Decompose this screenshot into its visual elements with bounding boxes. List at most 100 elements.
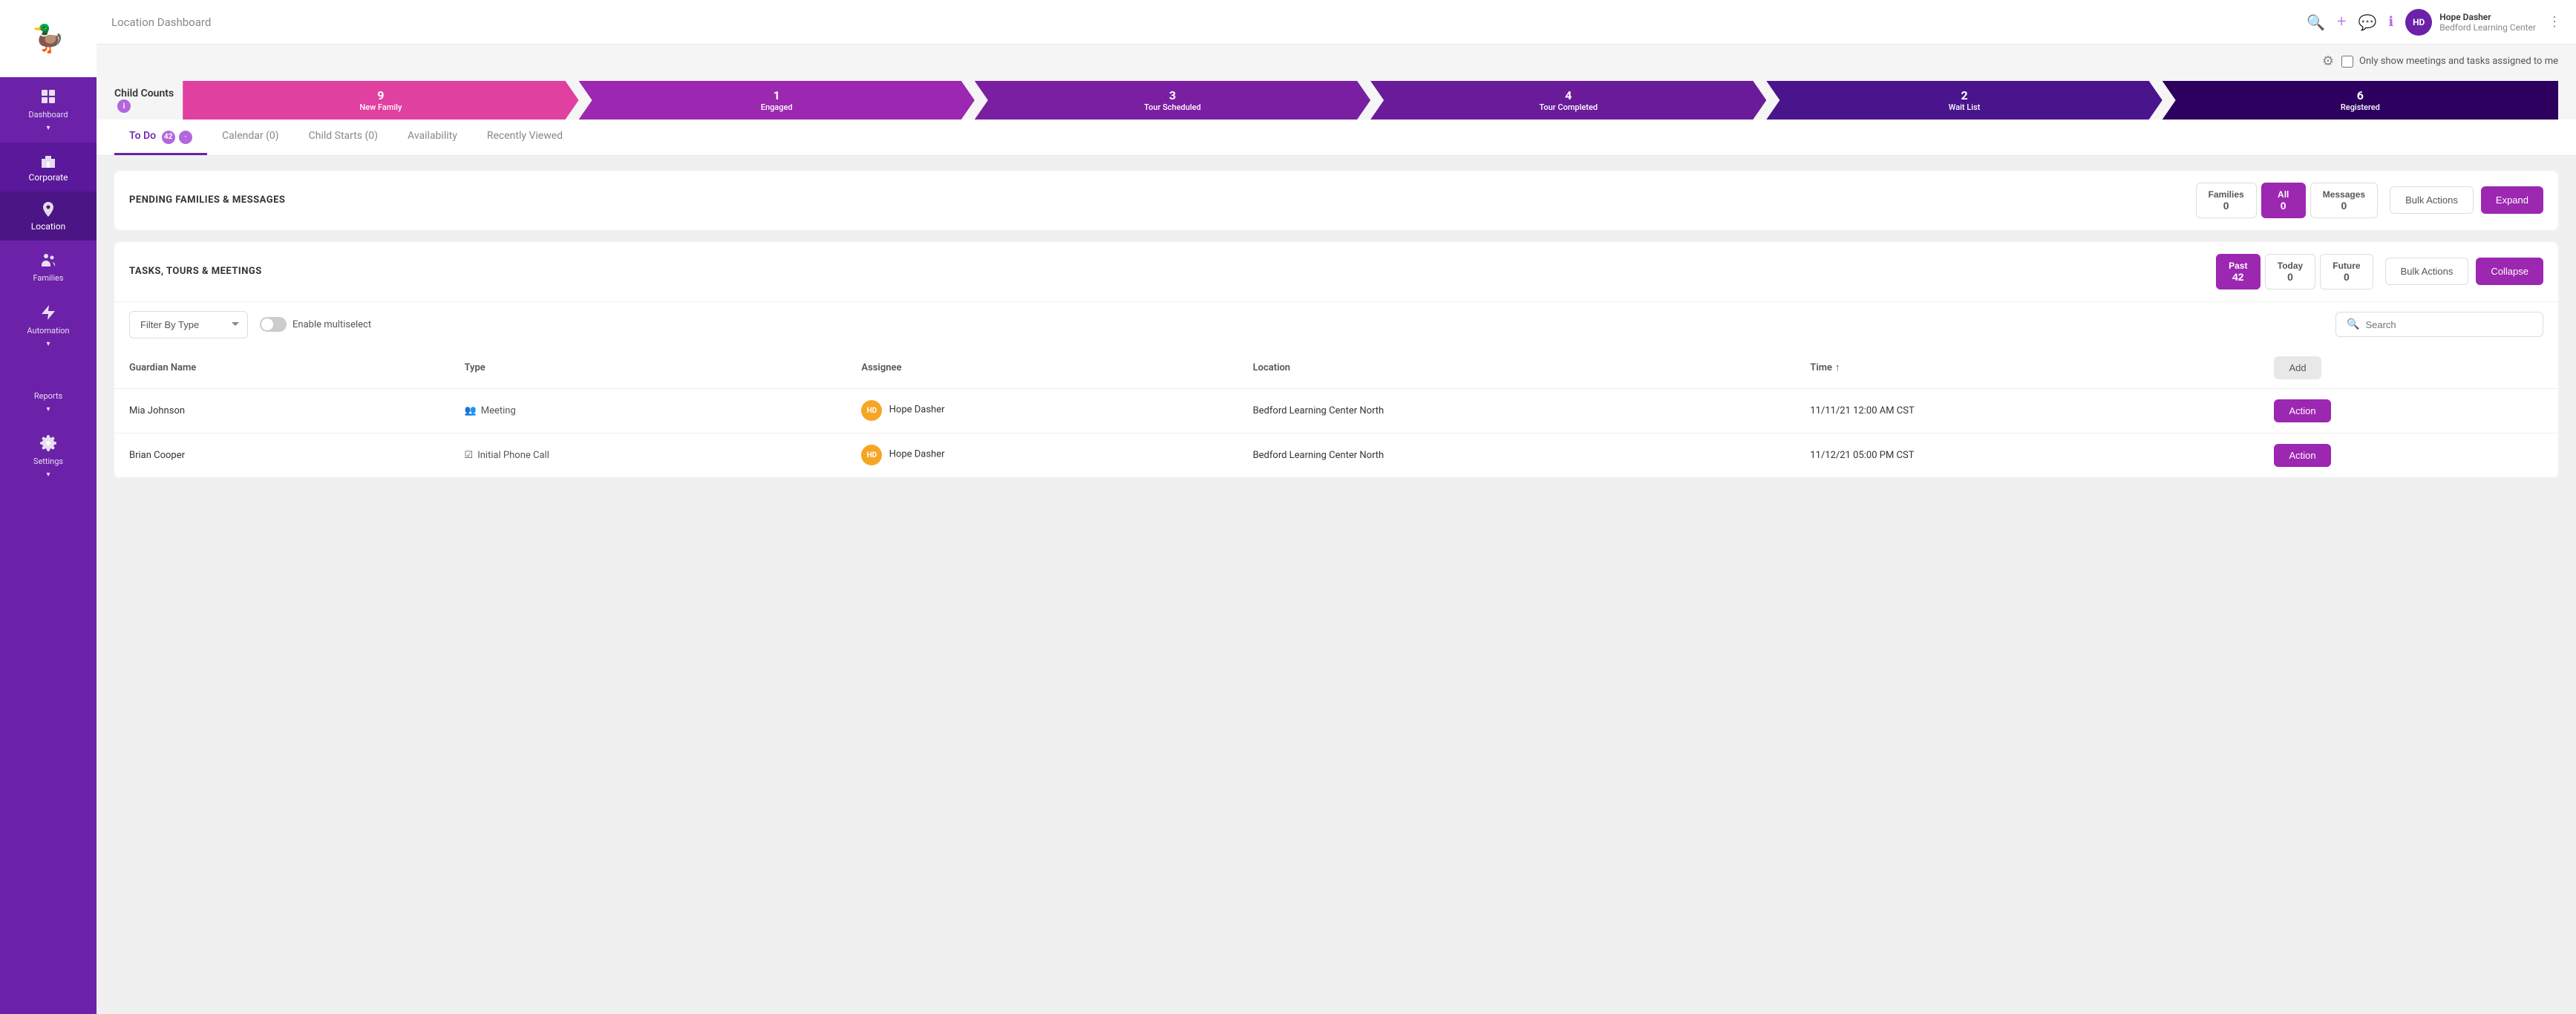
col-location: Location bbox=[1238, 347, 1796, 389]
assigned-to-me-checkbox[interactable] bbox=[2341, 56, 2353, 68]
multiselect-toggle[interactable] bbox=[260, 317, 287, 332]
col-type: Type bbox=[450, 347, 847, 389]
sidebar: 🦆 Dashboard ▾ Corporate Location Familie… bbox=[0, 0, 97, 1014]
sidebar-item-reports-label: Reports bbox=[34, 391, 62, 401]
logo-icon: 🦆 bbox=[32, 23, 65, 54]
multiselect-row: Enable multiselect bbox=[260, 317, 371, 332]
tab-calendar[interactable]: Calendar (0) bbox=[207, 120, 294, 155]
chevron-down-icon-2: ▾ bbox=[46, 340, 50, 348]
child-counts-info-badge[interactable]: i bbox=[117, 99, 131, 113]
pending-families-header: PENDING FAMILIES & MESSAGES Families 0 A… bbox=[114, 171, 2558, 230]
tab-child-starts[interactable]: Child Starts (0) bbox=[294, 120, 393, 155]
cell-action: Action bbox=[2259, 388, 2558, 433]
table-row: Mia Johnson 👥 Meeting HD Hope Dasher bbox=[114, 388, 2558, 433]
col-assignee: Assignee bbox=[846, 347, 1238, 389]
tasks-title: TASKS, TOURS & MEETINGS bbox=[129, 266, 2204, 277]
pipeline-step-tour-scheduled[interactable]: 3 Tour Scheduled bbox=[975, 81, 1370, 120]
user-name: Hope Dasher bbox=[2439, 12, 2536, 22]
more-menu-icon[interactable]: ⋮ bbox=[2548, 14, 2561, 30]
tasks-actions: Bulk Actions Collapse bbox=[2385, 258, 2543, 285]
action-button[interactable]: Action bbox=[2274, 444, 2330, 467]
pipeline: 9 New Family 1 Engaged 3 Tour Scheduled … bbox=[183, 81, 2558, 120]
search-input[interactable] bbox=[2365, 319, 2532, 330]
tasks-filters: Past 42 Today 0 Future 0 bbox=[2216, 254, 2373, 290]
search-icon-topbar[interactable]: 🔍 bbox=[2307, 13, 2325, 31]
topbar: Location Dashboard 🔍 + 💬 ℹ HD Hope Dashe… bbox=[97, 0, 2576, 45]
filter-past-btn[interactable]: Past 42 bbox=[2216, 254, 2260, 290]
tabs-bar: To Do 42 · Calendar (0) Child Starts (0)… bbox=[97, 120, 2576, 156]
sidebar-item-corporate[interactable]: Corporate bbox=[0, 143, 97, 192]
sidebar-item-automation[interactable]: Automation ▾ bbox=[0, 293, 97, 359]
user-section: HD Hope Dasher Bedford Learning Center bbox=[2405, 9, 2536, 36]
topbar-actions: 🔍 + 💬 ℹ HD Hope Dasher Bedford Learning … bbox=[2307, 9, 2561, 36]
multiselect-label: Enable multiselect bbox=[292, 319, 371, 330]
assigned-to-me-label: Only show meetings and tasks assigned to… bbox=[2341, 56, 2558, 68]
sidebar-item-dashboard[interactable]: Dashboard ▾ bbox=[0, 77, 97, 143]
sidebar-item-location-label: Location bbox=[31, 221, 65, 232]
add-button[interactable]: Add bbox=[2274, 356, 2321, 379]
col-guardian-name: Guardian Name bbox=[114, 347, 450, 389]
app-logo: 🦆 bbox=[22, 12, 75, 65]
expand-button[interactable]: Expand bbox=[2481, 186, 2543, 214]
cell-time: 11/12/21 05:00 PM CST bbox=[1795, 433, 2259, 477]
user-info: Hope Dasher Bedford Learning Center bbox=[2439, 12, 2536, 33]
filter-families-btn[interactable]: Families 0 bbox=[2196, 183, 2257, 218]
settings-gear-icon[interactable]: ⚙ bbox=[2322, 53, 2334, 69]
breadcrumb: Location Dashboard bbox=[111, 16, 2298, 29]
tab-todo-dot: · bbox=[179, 131, 192, 144]
sidebar-item-location[interactable]: Location bbox=[0, 192, 97, 241]
chat-icon[interactable]: 💬 bbox=[2358, 13, 2376, 31]
tab-todo[interactable]: To Do 42 · bbox=[114, 120, 207, 155]
filter-today-btn[interactable]: Today 0 bbox=[2265, 254, 2315, 290]
toggle-knob bbox=[261, 318, 273, 330]
sidebar-item-settings[interactable]: Settings ▾ bbox=[0, 424, 97, 489]
filter-type-select[interactable]: Filter By Type bbox=[129, 311, 248, 338]
action-button[interactable]: Action bbox=[2274, 399, 2330, 422]
people-icon bbox=[39, 251, 57, 269]
pipeline-step-tour-completed[interactable]: 4 Tour Completed bbox=[1370, 81, 1766, 120]
lightning-icon bbox=[39, 304, 57, 321]
collapse-button[interactable]: Collapse bbox=[2476, 258, 2543, 285]
tab-availability[interactable]: Availability bbox=[393, 120, 472, 155]
add-icon[interactable]: + bbox=[2337, 13, 2346, 31]
cell-guardian-name: Mia Johnson bbox=[114, 388, 450, 433]
sidebar-item-corporate-label: Corporate bbox=[29, 172, 68, 183]
child-counts-section: Child Counts i 9 New Family 1 Engaged 3 … bbox=[97, 75, 2576, 120]
cell-assignee: HD Hope Dasher bbox=[846, 433, 1238, 477]
filter-future-btn[interactable]: Future 0 bbox=[2320, 254, 2373, 290]
chart-icon bbox=[39, 369, 57, 387]
table-row: Brian Cooper ☑ Initial Phone Call HD Hop… bbox=[114, 433, 2558, 477]
bulk-actions-button[interactable]: Bulk Actions bbox=[2390, 186, 2474, 214]
settings-row: ⚙ Only show meetings and tasks assigned … bbox=[97, 45, 2576, 75]
table-header: Guardian Name Type Assignee Location bbox=[114, 347, 2558, 389]
pipeline-step-new-family[interactable]: 9 New Family bbox=[183, 81, 578, 120]
col-time[interactable]: Time ↑ bbox=[1795, 347, 2259, 389]
sidebar-item-reports[interactable]: Reports ▾ bbox=[0, 359, 97, 424]
filter-all-btn[interactable]: All 0 bbox=[2261, 183, 2306, 218]
pending-families-actions: Bulk Actions Expand bbox=[2390, 186, 2543, 214]
tasks-table: Guardian Name Type Assignee Location bbox=[114, 347, 2558, 478]
tasks-bulk-actions-button[interactable]: Bulk Actions bbox=[2385, 258, 2469, 285]
pipeline-step-registered[interactable]: 6 Registered bbox=[2163, 81, 2558, 120]
gear-icon-sidebar bbox=[39, 434, 57, 452]
filter-messages-btn[interactable]: Messages 0 bbox=[2310, 183, 2378, 218]
tasks-header: TASKS, TOURS & MEETINGS Past 42 Today 0 … bbox=[114, 242, 2558, 301]
pipeline-step-wait-list[interactable]: 2 Wait List bbox=[1766, 81, 2162, 120]
tab-recently-viewed[interactable]: Recently Viewed bbox=[472, 120, 578, 155]
child-counts-label: Child Counts bbox=[114, 88, 174, 99]
cell-type: ☑ Initial Phone Call bbox=[450, 433, 847, 477]
col-action: Add bbox=[2259, 347, 2558, 389]
table-body: Mia Johnson 👥 Meeting HD Hope Dasher bbox=[114, 388, 2558, 477]
cell-guardian-name: Brian Cooper bbox=[114, 433, 450, 477]
info-icon[interactable]: ℹ bbox=[2388, 14, 2393, 30]
dashboard-body: PENDING FAMILIES & MESSAGES Families 0 A… bbox=[97, 156, 2576, 1014]
tab-todo-badge: 42 bbox=[162, 131, 175, 144]
pending-families-filters: Families 0 All 0 Messages 0 bbox=[2196, 183, 2378, 218]
cell-type: 👥 Meeting bbox=[450, 388, 847, 433]
pipeline-step-engaged[interactable]: 1 Engaged bbox=[579, 81, 975, 120]
avatar: HD bbox=[2405, 9, 2432, 36]
search-icon: 🔍 bbox=[2347, 318, 2359, 330]
grid-icon bbox=[39, 88, 57, 105]
avatar: HD bbox=[861, 445, 882, 465]
sidebar-item-families[interactable]: Families bbox=[0, 241, 97, 293]
